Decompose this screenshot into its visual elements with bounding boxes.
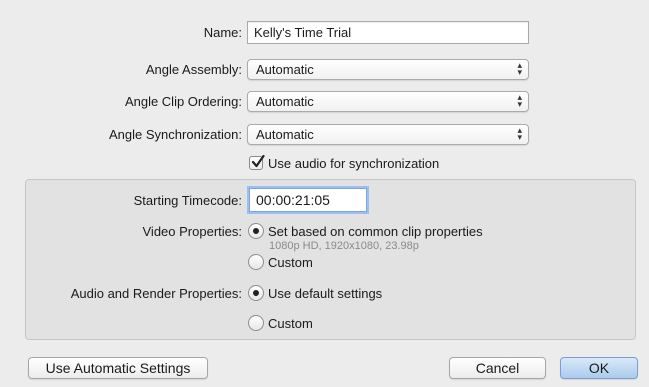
audio-custom-radio[interactable] xyxy=(248,315,264,331)
video-custom-label[interactable]: Custom xyxy=(268,255,313,270)
cancel-button[interactable]: Cancel xyxy=(449,357,546,379)
starting-timecode-label: Starting Timecode: xyxy=(133,193,242,208)
video-common-detail: 1080p HD, 1920x1080, 23.98p xyxy=(269,240,419,252)
up-down-chevron-icon: ▴ ▾ xyxy=(517,92,522,109)
angle-assembly-popup[interactable]: Automatic ▴ ▾ xyxy=(247,59,529,80)
checkmark-icon xyxy=(251,155,265,168)
angle-synchronization-label: Angle Synchronization: xyxy=(109,127,242,142)
use-audio-sync-label[interactable]: Use audio for synchronization xyxy=(268,156,439,171)
audio-default-label[interactable]: Use default settings xyxy=(268,286,382,301)
angle-clip-ordering-value: Automatic xyxy=(256,94,314,109)
angle-clip-ordering-label: Angle Clip Ordering: xyxy=(124,94,242,109)
video-common-label[interactable]: Set based on common clip properties xyxy=(268,224,483,239)
angle-assembly-value: Automatic xyxy=(256,62,314,77)
up-down-chevron-icon: ▴ ▾ xyxy=(517,125,522,142)
use-audio-sync-checkbox[interactable] xyxy=(249,155,265,170)
angle-assembly-label: Angle Assembly: xyxy=(145,62,242,77)
starting-timecode-field[interactable]: 00:00:21:05 xyxy=(249,188,367,212)
video-properties-label: Video Properties: xyxy=(142,224,243,239)
audio-render-properties-label: Audio and Render Properties: xyxy=(70,286,242,301)
angle-synchronization-value: Automatic xyxy=(256,127,314,142)
angle-synchronization-popup[interactable]: Automatic ▴ ▾ xyxy=(247,124,529,145)
audio-default-radio[interactable] xyxy=(248,285,264,301)
up-down-chevron-icon: ▴ ▾ xyxy=(517,60,522,77)
name-field[interactable]: Kelly's Time Trial xyxy=(247,21,529,44)
video-common-radio[interactable] xyxy=(248,223,264,239)
video-custom-radio[interactable] xyxy=(248,254,264,270)
use-automatic-settings-button[interactable]: Use Automatic Settings xyxy=(28,357,208,379)
angle-clip-ordering-popup[interactable]: Automatic ▴ ▾ xyxy=(247,91,529,112)
ok-button[interactable]: OK xyxy=(560,357,638,379)
name-label: Name: xyxy=(203,25,242,40)
audio-custom-label[interactable]: Custom xyxy=(268,316,313,331)
